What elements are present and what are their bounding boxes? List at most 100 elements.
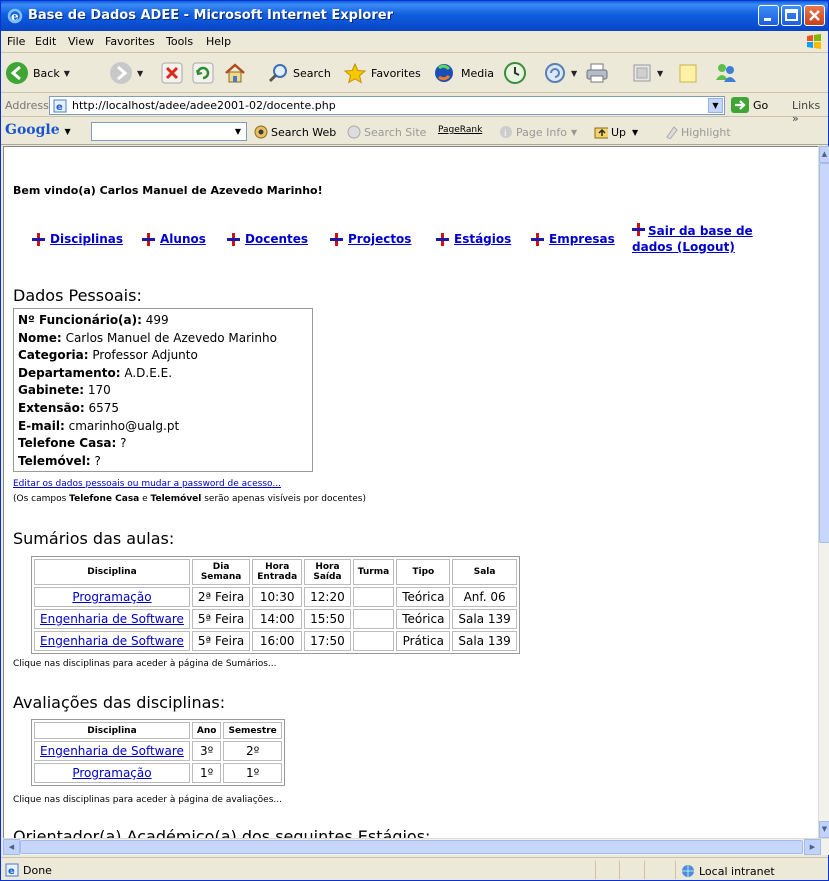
messenger-button[interactable] <box>713 59 739 87</box>
personal-row: Categoria: Professor Adjunto <box>18 348 198 363</box>
cross-bullet-icon <box>32 232 45 246</box>
disciplina-link[interactable]: Engenharia de Software <box>40 744 184 758</box>
status-bar: e Done Local intranet <box>1 857 828 881</box>
forward-dropdown-icon[interactable]: ▼ <box>137 69 143 78</box>
column-header: Disciplina <box>34 559 190 585</box>
mail-dropdown-icon[interactable]: ▼ <box>571 69 577 78</box>
nav-link-projectos[interactable]: Projectos <box>330 232 411 246</box>
google-toolbar: Google ▼ ▼ Search Web Search Site PageRa… <box>1 117 828 145</box>
forward-arrow-icon <box>110 62 132 84</box>
scroll-right-icon[interactable]: ▶ <box>804 839 821 855</box>
google-search-web-button[interactable]: Search Web <box>254 125 336 139</box>
menu-view[interactable]: View <box>68 35 94 48</box>
disciplina-link[interactable]: Programação <box>72 590 151 604</box>
edit-personal-data-link[interactable]: Editar os dados pessoais ou mudar a pass… <box>13 479 281 489</box>
google-search-dropdown-icon[interactable]: ▼ <box>231 124 245 139</box>
status-text: Done <box>23 864 52 877</box>
edit-page-button[interactable]: ▼ <box>631 59 663 87</box>
history-button[interactable] <box>503 59 527 87</box>
disciplina-link[interactable]: Engenharia de Software <box>40 634 184 648</box>
messenger-icon <box>716 64 736 82</box>
up-dropdown-icon: ▼ <box>632 127 639 137</box>
personal-row: Extensão: 6575 <box>18 400 120 415</box>
page-info-button[interactable]: i Page Info ▼ <box>499 125 577 139</box>
media-button[interactable]: Media <box>433 59 494 87</box>
address-input[interactable]: e http://localhost/adee/adee2001-02/doce… <box>49 96 725 115</box>
nav-link-estagios[interactable]: Estágios <box>436 232 511 246</box>
close-icon <box>809 10 820 21</box>
disciplina-link[interactable]: Programação <box>72 766 151 780</box>
page-done-icon: e <box>5 863 19 877</box>
minimize-button[interactable] <box>758 5 779 26</box>
window-title: Base de Dados ADEE - Microsoft Internet … <box>28 8 393 23</box>
search-button[interactable]: Search <box>267 59 331 87</box>
up-button[interactable]: Up ▼ <box>594 125 638 139</box>
menu-edit[interactable]: Edit <box>35 35 56 48</box>
pagerank-indicator[interactable]: PageRank <box>438 125 482 135</box>
stop-button[interactable] <box>161 59 183 87</box>
discuss-button[interactable] <box>677 59 699 87</box>
personal-row: Gabinete: 170 <box>18 383 111 398</box>
mail-icon <box>545 63 565 83</box>
cross-bullet-icon <box>436 232 449 246</box>
cross-bullet-icon <box>142 232 155 246</box>
google-logo[interactable]: Google ▼ <box>5 122 71 138</box>
sumarios-note: Clique nas disciplinas para aceder à pág… <box>13 659 277 669</box>
google-search-site-button[interactable]: Search Site <box>347 125 426 139</box>
back-button[interactable]: Back ▼ <box>5 59 70 87</box>
refresh-button[interactable] <box>192 59 214 87</box>
title-bar[interactable]: e Base de Dados ADEE - Microsoft Interne… <box>1 1 828 31</box>
scroll-left-icon[interactable]: ◀ <box>3 839 20 855</box>
menu-favorites[interactable]: Favorites <box>105 35 155 48</box>
sumarios-heading: Sumários das aulas: <box>13 529 175 548</box>
nav-link-alunos[interactable]: Alunos <box>142 232 206 246</box>
search-web-icon <box>254 125 268 139</box>
close-button[interactable] <box>804 5 825 26</box>
nav-link-empresas[interactable]: Empresas <box>531 232 615 246</box>
go-button[interactable]: Go <box>731 97 768 113</box>
maximize-button[interactable] <box>781 5 802 26</box>
disciplina-link[interactable]: Engenharia de Software <box>40 612 184 626</box>
menu-file[interactable]: File <box>7 35 25 48</box>
nav-link-disciplinas[interactable]: Disciplinas <box>32 232 123 246</box>
nav-link-docentes[interactable]: Docentes <box>227 232 308 246</box>
mail-button[interactable]: ▼ <box>543 59 577 87</box>
column-header: Semestre <box>223 722 282 739</box>
vertical-scroll-thumb[interactable] <box>819 163 829 543</box>
highlight-button[interactable]: Highlight <box>664 125 731 139</box>
vertical-scrollbar[interactable]: ▲ ▼ <box>818 146 829 838</box>
print-button[interactable] <box>585 59 609 87</box>
scroll-down-icon[interactable]: ▼ <box>819 821 829 838</box>
search-icon <box>268 64 287 83</box>
address-dropdown-icon[interactable]: ▼ <box>708 98 723 113</box>
table-row: Engenharia de Software 5ª Feira 14:00 15… <box>34 609 517 629</box>
scroll-up-icon[interactable]: ▲ <box>819 146 829 163</box>
menu-help[interactable]: Help <box>206 35 231 48</box>
status-divider <box>675 861 676 879</box>
address-bar: Address e http://localhost/adee/adee2001… <box>1 93 828 125</box>
security-zone[interactable]: Local intranet <box>679 864 775 878</box>
horizontal-scroll-thumb[interactable] <box>20 840 803 854</box>
page-viewport: Bem vindo(a) Carlos Manuel de Azevedo Ma… <box>3 146 818 838</box>
ie-logo-icon: e <box>7 8 23 24</box>
cross-bullet-icon <box>330 232 343 246</box>
forward-button[interactable]: ▼ <box>109 59 143 87</box>
folder-up-icon <box>594 127 608 139</box>
horizontal-scrollbar[interactable]: ◀ ▶ <box>3 838 829 855</box>
history-icon <box>504 62 526 84</box>
logout-link[interactable]: Sair da base de dados (Logout) <box>632 223 772 255</box>
welcome-message: Bem vindo(a) Carlos Manuel de Azevedo Ma… <box>13 184 323 197</box>
table-row: Programação 2ª Feira 10:30 12:20 Teórica… <box>34 587 517 607</box>
highlighter-icon <box>666 126 678 139</box>
google-search-input[interactable]: ▼ <box>91 122 247 141</box>
favorites-button[interactable]: Favorites <box>343 59 421 87</box>
back-dropdown-icon[interactable]: ▼ <box>64 69 70 78</box>
edit-dropdown-icon[interactable]: ▼ <box>657 69 663 78</box>
page-icon: e <box>53 99 67 113</box>
home-button[interactable] <box>223 59 247 87</box>
table-row: Engenharia de Software 3º 2º <box>34 741 282 761</box>
print-icon <box>586 63 608 83</box>
menu-tools[interactable]: Tools <box>166 35 193 48</box>
media-icon <box>435 64 453 82</box>
table-row: Engenharia de Software 5ª Feira 16:00 17… <box>34 631 517 651</box>
